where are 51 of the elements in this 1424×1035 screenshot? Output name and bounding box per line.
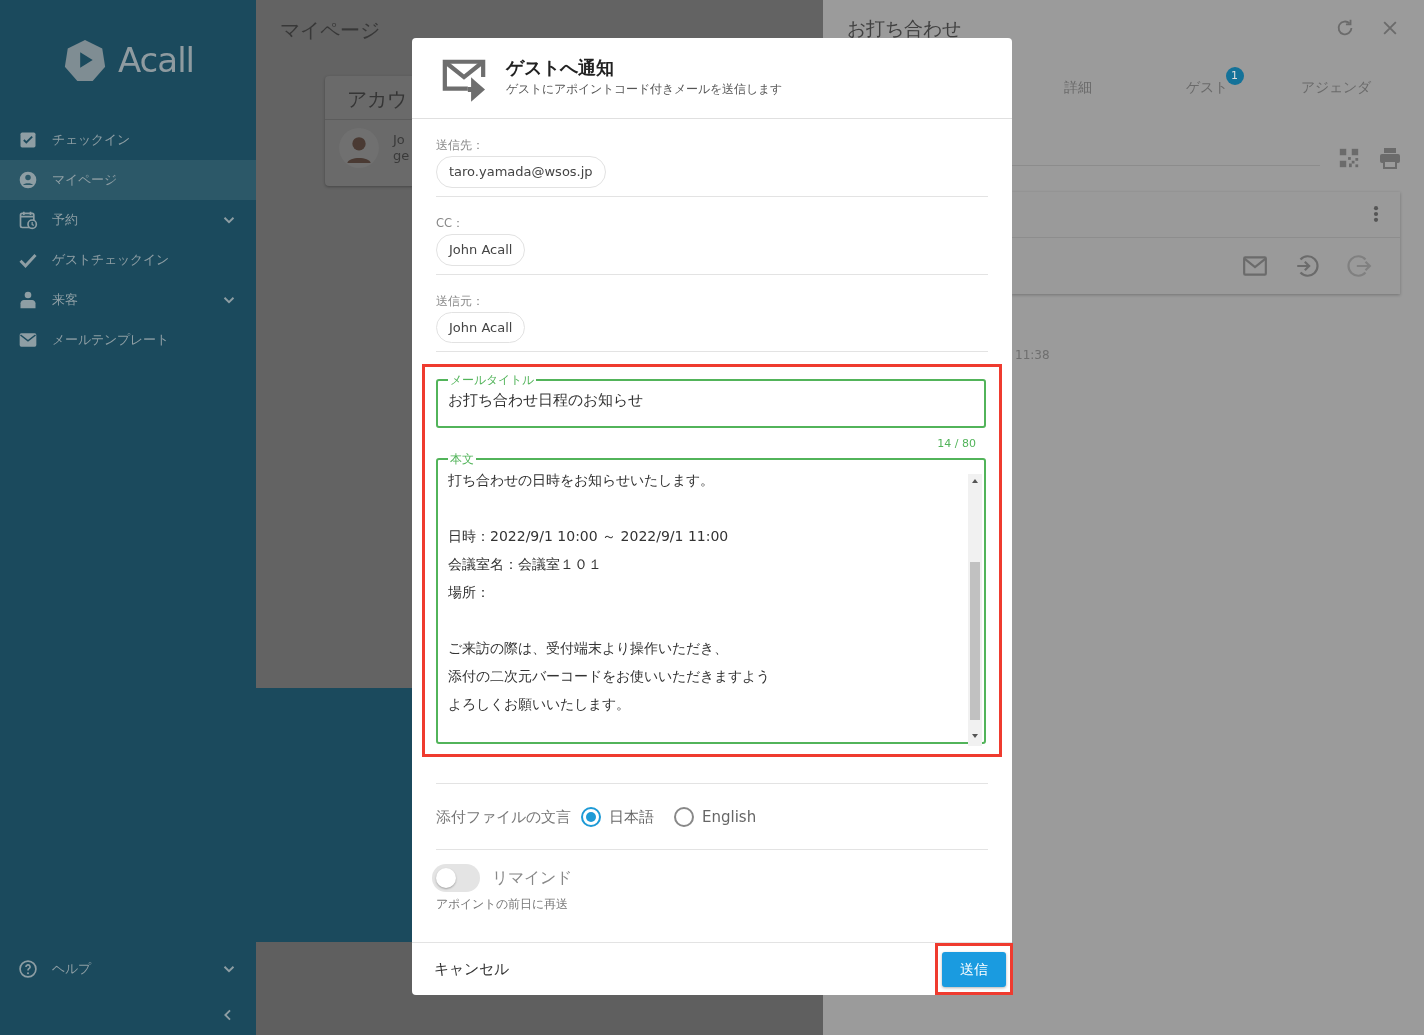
dialog-title: ゲストへ通知 — [506, 56, 615, 80]
user-icon — [18, 170, 38, 190]
sidebar-item[interactable]: ゲストチェックイン — [0, 240, 256, 280]
print-icon[interactable] — [1378, 145, 1402, 170]
logo-text: Acall — [117, 38, 195, 82]
toggle-switch[interactable] — [432, 864, 480, 893]
help-icon — [18, 959, 38, 979]
sidebar-item[interactable]: メールテンプレート — [0, 320, 256, 360]
person-icon — [18, 290, 38, 310]
text-line: 場所： — [448, 583, 491, 603]
radio-button[interactable] — [581, 806, 601, 827]
field-label: 送信先： — [436, 137, 485, 154]
character-counter: 14 / 80 — [936, 435, 977, 452]
field-label: メールタイトル — [449, 375, 535, 386]
check-in-button[interactable] — [1294, 252, 1320, 279]
sidebar-item[interactable]: 予約 — [0, 200, 256, 240]
toggle-label: リマインド — [492, 867, 572, 890]
text-line: 日時：2022/9/1 10:00 ～ 2022/9/1 11:00 — [448, 527, 730, 547]
scrollbar[interactable] — [968, 474, 982, 747]
text-line: ご来訪の際は、受付端末より操作いただき、 — [448, 639, 729, 659]
field-label: CC： — [436, 214, 466, 232]
field-label: 送信元： — [436, 292, 485, 310]
radio-button[interactable] — [674, 806, 694, 827]
qr-code-icon[interactable] — [1338, 146, 1360, 169]
check-in-icon — [1294, 252, 1320, 279]
count-badge: 1 — [1225, 66, 1244, 85]
sidebar-item[interactable]: ヘルプ — [0, 949, 256, 989]
send-button[interactable]: 送信 — [942, 952, 1006, 987]
panel-title: お打ち合わせ — [847, 16, 962, 41]
field-label: 本文 — [449, 454, 475, 465]
checkbox-icon — [18, 130, 38, 150]
sidebar-item[interactable]: マイページ — [0, 160, 256, 200]
check-out-icon — [1346, 252, 1372, 279]
text-line: よろしくお願いいたします。 — [448, 695, 631, 715]
text-line: 打ち合わせの日時をお知らせいたします。 — [448, 471, 715, 491]
text-line: 添付の二次元バーコードをお使いいただきますよう — [448, 667, 771, 687]
subject-field[interactable]: メールタイトル お打ち合わせ日程のお知らせ — [436, 375, 986, 428]
sidebar-item[interactable]: チェックイン — [0, 120, 256, 160]
text-line: 会議室名：会議室１０１ — [448, 555, 603, 575]
dialog-subtitle: ゲストにアポイントコード付きメールを送信します — [506, 81, 782, 98]
avatar-icon — [339, 128, 379, 168]
check-out-button[interactable] — [1346, 252, 1372, 279]
calendar-icon — [18, 210, 38, 230]
radio-option[interactable]: English — [674, 805, 767, 828]
body-field[interactable]: 本文 打ち合わせの日時をお知らせいたします。 日時：2022/9/1 10:00 ～ 2022/9/1 11:00 会議室名：会議室１０１ 場所： ご来訪の際は、受付端末より操作いただき、 添付の二次元バーコードをお使いいただきますよう よろしくお願いいたします。 — [436, 454, 986, 745]
sidebar-item[interactable]: 来客 — [0, 280, 256, 320]
radio-option[interactable]: 日本語 — [581, 805, 664, 828]
field-label: 添付ファイルの文言 — [436, 806, 571, 828]
cancel-button[interactable]: キャンセル — [428, 956, 515, 982]
hint-text: アポイントの前日に再送 — [436, 896, 569, 914]
mail-icon — [18, 330, 38, 350]
